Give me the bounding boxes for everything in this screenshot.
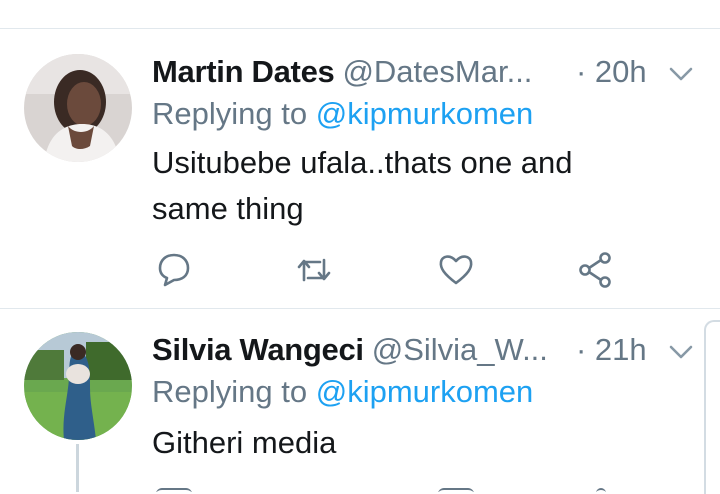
display-name[interactable]: Martin Dates — [152, 54, 335, 89]
retweet-icon[interactable] — [294, 250, 334, 290]
thread-line — [76, 444, 79, 492]
replying-to: Replying to @kipmurkomen — [152, 374, 533, 410]
tweet-actions — [152, 488, 632, 492]
user-handle[interactable]: @Silvia_W... — [372, 332, 548, 367]
reply-icon[interactable] — [154, 250, 194, 290]
tweet-text: Githeri media — [152, 425, 337, 460]
replying-to: Replying to @kipmurkomen — [152, 96, 533, 132]
tweet-header: Silvia Wangeci @Silvia_W... · 21h — [152, 332, 712, 372]
reply-mention-link[interactable]: @kipmurkomen — [316, 96, 534, 131]
display-name[interactable]: Silvia Wangeci — [152, 332, 364, 367]
tweet-actions — [152, 250, 632, 290]
user-handle[interactable]: @DatesMar... — [342, 54, 532, 89]
reply-mention-link[interactable]: @kipmurkomen — [316, 374, 534, 409]
timestamp[interactable]: · 20h — [576, 54, 647, 90]
share-icon[interactable] — [576, 250, 616, 290]
chevron-down-icon[interactable] — [668, 342, 694, 362]
replying-to-label: Replying to — [152, 96, 316, 131]
tweet-item[interactable]: Silvia Wangeci @Silvia_W... · 21h Replyin… — [0, 332, 720, 492]
chevron-down-icon[interactable] — [668, 64, 694, 84]
tweet-header: Martin Dates @DatesMar... · 20h — [152, 54, 712, 94]
avatar[interactable] — [24, 332, 132, 440]
avatar[interactable] — [24, 54, 132, 162]
replying-to-label: Replying to — [152, 374, 316, 409]
tweet-divider — [0, 308, 720, 309]
like-icon[interactable] — [436, 250, 476, 290]
timestamp[interactable]: · 21h — [576, 332, 647, 368]
tweet-text: Usitubebe ufala..thats one and same thin… — [152, 145, 573, 226]
tweet-item[interactable]: Martin Dates @DatesMar... · 20h Replying … — [0, 54, 720, 294]
top-divider — [0, 28, 720, 29]
